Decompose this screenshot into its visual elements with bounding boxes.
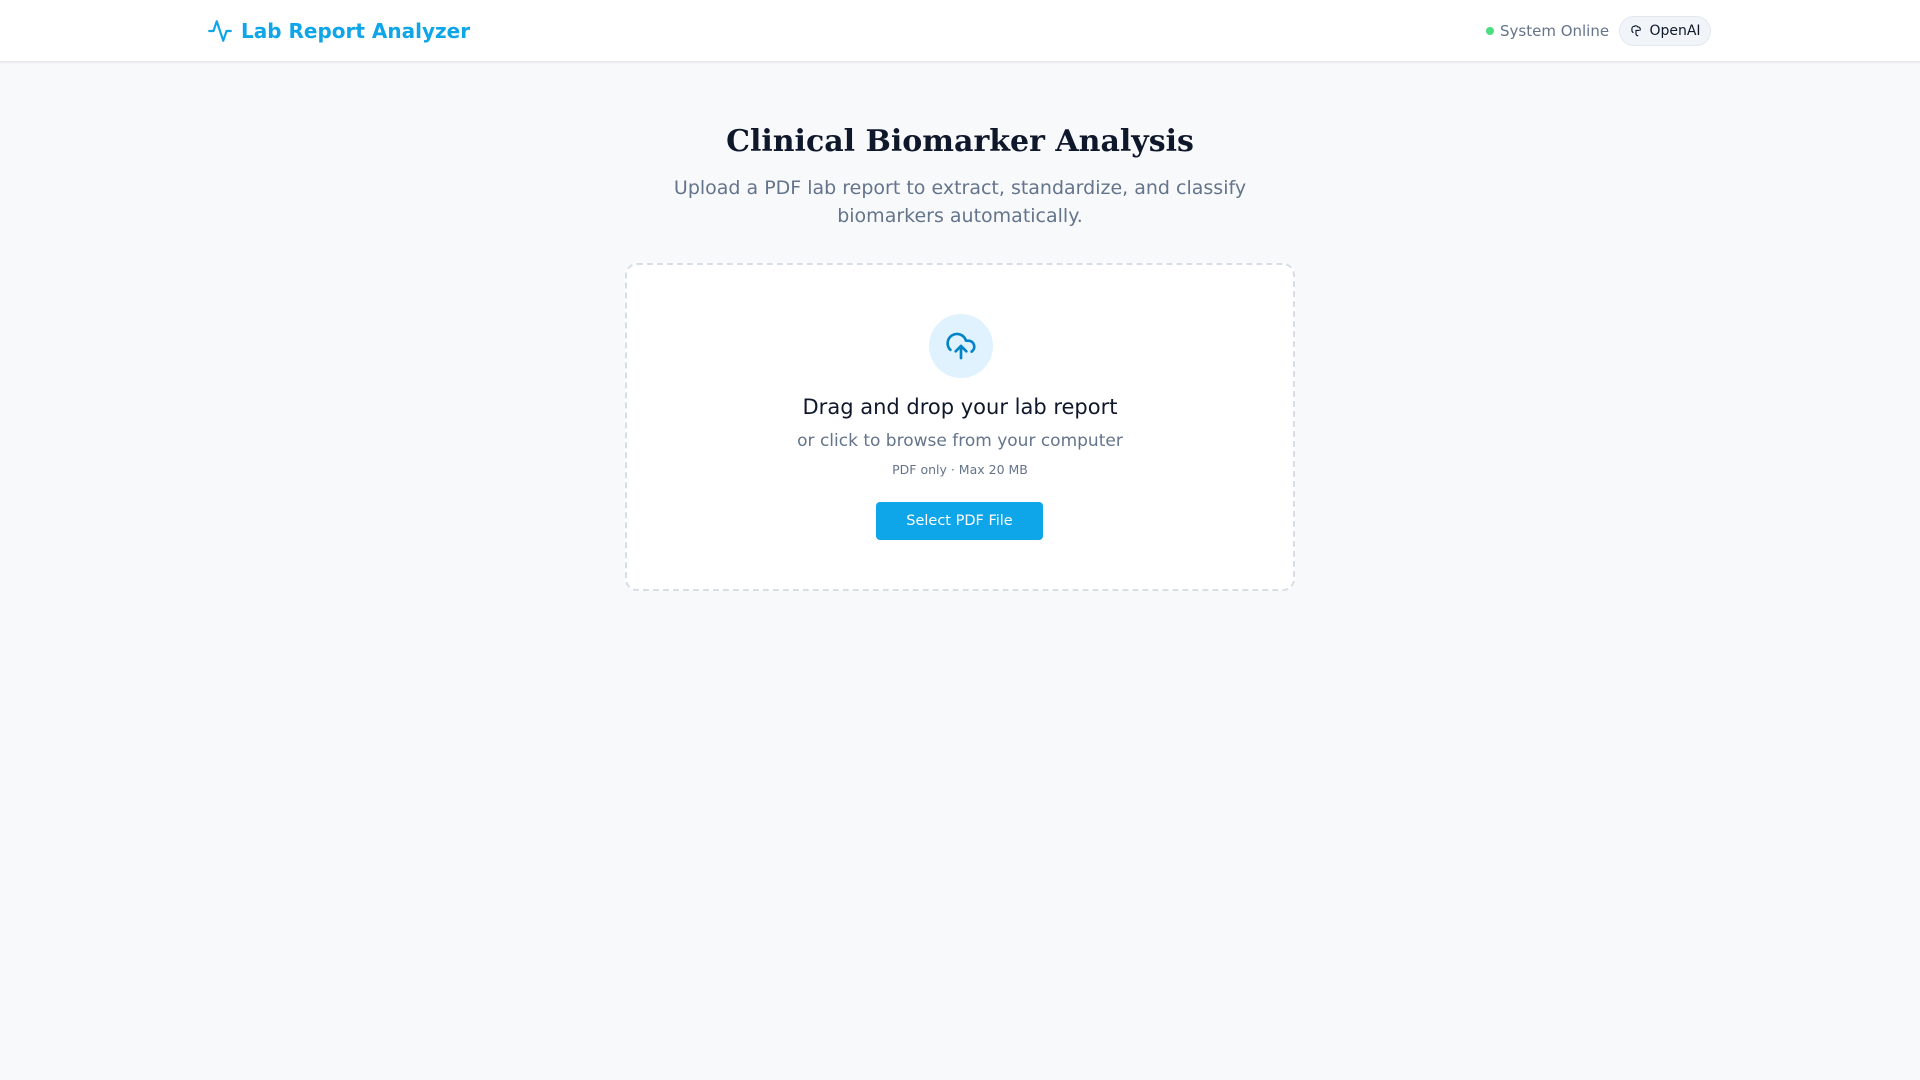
provider-badge[interactable]: OpenAI [1619, 16, 1711, 46]
app-title: Lab Report Analyzer [241, 19, 471, 43]
provider-label: OpenAI [1649, 23, 1701, 39]
dropzone-title: Drag and drop your lab report [802, 395, 1118, 419]
page-title: Clinical Biomarker Analysis [726, 124, 1194, 159]
pdf-upload-dropzone[interactable]: Drag and drop your lab report or click t… [625, 263, 1295, 591]
status-indicator-dot [1486, 27, 1494, 35]
app-brand[interactable]: Lab Report Analyzer [207, 17, 470, 45]
file-requirements-hint: PDF only · Max 20 MB [892, 462, 1028, 477]
page-subtitle: Upload a PDF lab report to extract, stan… [673, 177, 1247, 227]
status-text: System Online [1500, 22, 1610, 40]
select-pdf-button[interactable]: Select PDF File [876, 502, 1043, 540]
openai-icon [1631, 25, 1642, 37]
upload-icon-container [929, 314, 993, 378]
dropzone-subtitle: or click to browse from your computer [797, 431, 1123, 451]
cloud-upload-icon [946, 332, 976, 360]
activity-pulse-icon [208, 20, 232, 42]
top-navigation-bar: Lab Report Analyzer System Online OpenAI [0, 0, 1920, 62]
system-status: System Online [1486, 21, 1609, 41]
